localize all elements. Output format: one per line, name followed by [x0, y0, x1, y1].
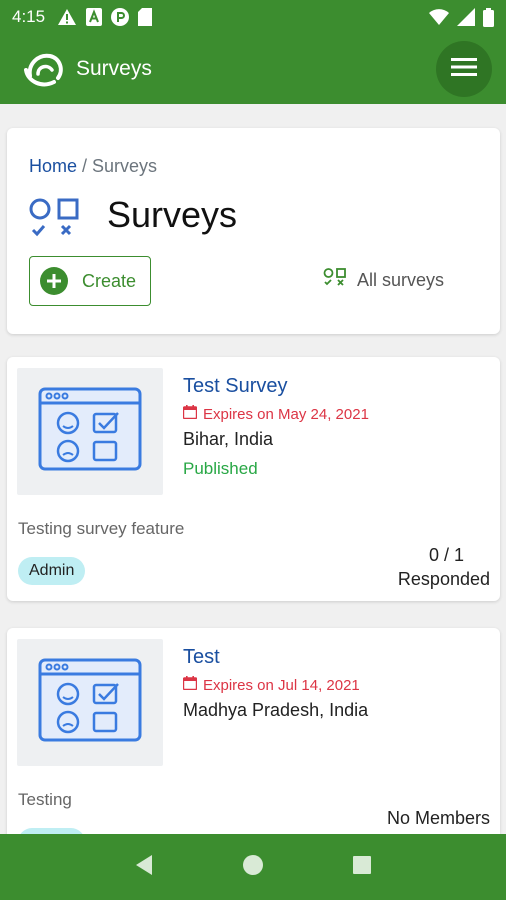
navigation-bar [0, 834, 506, 900]
recents-square-icon [352, 855, 372, 880]
swirl-logo-icon [22, 46, 68, 92]
survey-shapes-icon [29, 198, 81, 245]
survey-form-icon [38, 658, 142, 747]
all-surveys-label: All surveys [357, 270, 445, 290]
survey-thumbnail [17, 639, 163, 766]
breadcrumb-current: Surveys [92, 156, 158, 176]
survey-expiry: Expires on Jul 14, 2021 [182, 676, 360, 694]
back-button[interactable] [124, 847, 164, 887]
survey-title-link[interactable]: Test [183, 646, 220, 669]
warning-icon [57, 8, 77, 26]
circle-p-icon [111, 8, 130, 26]
survey-form-icon [38, 387, 142, 476]
create-button-label: Create [82, 270, 137, 291]
survey-location: Bihar, India [183, 429, 274, 449]
hamburger-menu-icon [451, 57, 477, 82]
signal-icon [457, 8, 475, 26]
survey-thumbnail [17, 368, 163, 495]
survey-expiry-text: Expires on May 24, 2021 [203, 405, 369, 423]
survey-card[interactable]: Test Expires on Jul 14, 2021 Madhya Prad… [7, 628, 500, 834]
app-title: Surveys [76, 57, 152, 80]
status-bar: 4:15 [0, 0, 506, 34]
a-icon [86, 8, 103, 26]
wifi-icon [429, 9, 449, 25]
create-button[interactable]: Create [29, 256, 151, 306]
page-title: Surveys [107, 194, 238, 235]
app-bar: Surveys [0, 34, 506, 104]
content-area[interactable]: Home / Surveys Surveys Create All survey… [0, 104, 506, 834]
members-label: No Members [386, 808, 490, 828]
survey-expiry: Expires on May 24, 2021 [182, 405, 369, 423]
all-surveys-link[interactable]: All surveys [323, 268, 444, 293]
breadcrumb-home-link[interactable]: Home [29, 156, 77, 176]
calendar-icon [182, 405, 203, 423]
plus-icon [40, 267, 68, 295]
survey-description: Testing [18, 790, 72, 809]
breadcrumb: Home / Surveys [29, 156, 157, 177]
survey-card[interactable]: Test Survey Expires on May 24, 2021 Biha… [7, 357, 500, 601]
home-circle-icon [242, 854, 264, 881]
page-header-card: Home / Surveys Surveys Create All survey… [7, 128, 500, 334]
battery-icon [483, 7, 494, 27]
breadcrumb-separator: / [77, 156, 93, 176]
home-button[interactable] [233, 847, 273, 887]
recents-button[interactable] [342, 847, 382, 887]
survey-shapes-small-icon [323, 268, 357, 293]
survey-expiry-text: Expires on Jul 14, 2021 [203, 676, 360, 694]
status-time: 4:15 [12, 7, 46, 26]
calendar-icon [182, 676, 203, 694]
survey-title-link[interactable]: Test Survey [183, 375, 287, 398]
back-triangle-icon [134, 854, 154, 881]
survey-description: Testing survey feature [18, 519, 185, 538]
responded-label: Responded [397, 569, 490, 589]
survey-status: Published [183, 459, 258, 478]
responded-count: 0 / 1 [428, 545, 464, 565]
role-badge: Admin [18, 557, 86, 585]
sd-card-icon [138, 8, 153, 26]
survey-location: Madhya Pradesh, India [183, 700, 369, 720]
menu-button[interactable] [436, 41, 492, 97]
